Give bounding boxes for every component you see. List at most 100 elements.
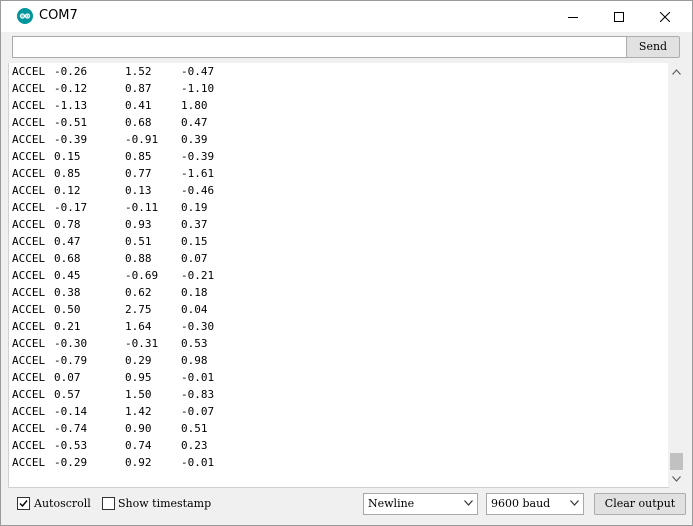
output-cell: 0.13 [125, 184, 152, 197]
output-cell: -0.47 [181, 65, 215, 78]
output-cell: ACCEL [12, 201, 46, 214]
show-timestamp-label[interactable]: Show timestamp [118, 496, 211, 511]
output-cell: -0.21 [181, 269, 215, 282]
output-cell: ACCEL [12, 303, 46, 316]
output-cell: 0.85 [54, 167, 81, 180]
line-ending-value: Newline [368, 497, 415, 510]
output-cell: ACCEL [12, 65, 46, 78]
close-button[interactable] [642, 1, 688, 32]
output-cell: -0.69 [125, 269, 159, 282]
output-cell: 0.23 [181, 439, 208, 452]
output-cell: 0.92 [125, 456, 152, 469]
output-cell: 0.15 [181, 235, 208, 248]
output-cell: ACCEL [12, 337, 46, 350]
scrollbar-thumb[interactable] [670, 453, 683, 470]
output-cell: -0.01 [181, 456, 215, 469]
output-cell: 0.57 [54, 388, 81, 401]
output-cell: -0.14 [54, 405, 88, 418]
output-cell: -1.10 [181, 82, 215, 95]
output-cell: 0.18 [181, 286, 208, 299]
output-cell: -0.26 [54, 65, 88, 78]
serial-input[interactable] [12, 36, 628, 58]
output-cell: ACCEL [12, 439, 46, 452]
output-cell: ACCEL [12, 422, 46, 435]
output-cell: 0.68 [125, 116, 152, 129]
output-cell: ACCEL [12, 320, 46, 333]
output-cell: -1.61 [181, 167, 215, 180]
output-cell: 0.53 [181, 337, 208, 350]
output-cell: 1.64 [125, 320, 152, 333]
scroll-down-button[interactable] [668, 470, 685, 487]
clear-output-button[interactable]: Clear output [594, 493, 686, 515]
output-cell: 0.04 [181, 303, 208, 316]
output-cell: 0.93 [125, 218, 152, 231]
window-title: COM7 [39, 8, 78, 23]
output-cell: 1.50 [125, 388, 152, 401]
serial-monitor-window: COM7 Send ACCEL -0.26 1.52 -0.47 ACCEL -0.12 0… [0, 0, 693, 526]
maximize-icon [614, 11, 624, 22]
output-cell: ACCEL [12, 286, 46, 299]
output-cell: 0.90 [125, 422, 152, 435]
output-cell: -0.07 [181, 405, 215, 418]
output-cell: -0.51 [54, 116, 88, 129]
chevron-down-icon [672, 475, 681, 482]
output-cell: ACCEL [12, 371, 46, 384]
bottom-bar: Autoscroll Show timestamp Newline 9600 b… [1, 489, 692, 525]
output-cell: -0.53 [54, 439, 88, 452]
chevron-down-icon [464, 500, 473, 506]
output-cell: ACCEL [12, 184, 46, 197]
output-cell: -0.39 [54, 133, 88, 146]
baud-rate-select[interactable]: 9600 baud [486, 493, 584, 515]
output-cell: 0.47 [54, 235, 81, 248]
output-cell: 0.51 [125, 235, 152, 248]
line-ending-select[interactable]: Newline [363, 493, 478, 515]
output-cell: 1.80 [181, 99, 208, 112]
output-cell: -0.30 [54, 337, 88, 350]
output-cell: 1.52 [125, 65, 152, 78]
show-timestamp-checkbox[interactable] [102, 497, 115, 510]
output-cell: -0.29 [54, 456, 88, 469]
output-cell: 0.62 [125, 286, 152, 299]
output-cell: 0.95 [125, 371, 152, 384]
output-cell: 0.78 [54, 218, 81, 231]
output-cell: 0.50 [54, 303, 81, 316]
minimize-icon [568, 16, 578, 18]
vertical-scrollbar[interactable] [668, 63, 685, 487]
output-cell: 0.41 [125, 99, 152, 112]
output-cell: 0.07 [181, 252, 208, 265]
output-cell: 0.47 [181, 116, 208, 129]
minimize-button[interactable] [550, 1, 596, 32]
output-cell: 0.87 [125, 82, 152, 95]
output-cell: ACCEL [12, 116, 46, 129]
output-cell: 0.85 [125, 150, 152, 163]
serial-output[interactable]: ACCEL -0.26 1.52 -0.47 ACCEL -0.12 0.87 -1.10 AC… [8, 63, 669, 488]
output-cell: 2.75 [125, 303, 152, 316]
output-cell: ACCEL [12, 456, 46, 469]
send-button[interactable]: Send [626, 36, 680, 58]
autoscroll-checkbox[interactable] [17, 497, 30, 510]
checkmark-icon [19, 500, 28, 508]
output-cell: 0.19 [181, 201, 208, 214]
output-cell: -0.91 [125, 133, 159, 146]
close-icon [660, 11, 670, 22]
output-cell: 0.39 [181, 133, 208, 146]
scroll-up-button[interactable] [668, 63, 685, 80]
arduino-logo-icon [17, 8, 33, 24]
output-cell: 0.21 [54, 320, 81, 333]
output-cell: ACCEL [12, 218, 46, 231]
output-cell: 0.38 [54, 286, 81, 299]
output-cell: 0.07 [54, 371, 81, 384]
output-cell: -0.12 [54, 82, 88, 95]
output-cell: 0.88 [125, 252, 152, 265]
output-cell: ACCEL [12, 167, 46, 180]
baud-rate-value: 9600 baud [491, 497, 551, 510]
output-cell: 1.42 [125, 405, 152, 418]
output-cell: -0.46 [181, 184, 215, 197]
output-cell: -0.79 [54, 354, 88, 367]
autoscroll-label[interactable]: Autoscroll [34, 496, 91, 511]
output-cell: ACCEL [12, 133, 46, 146]
output-cell: ACCEL [12, 405, 46, 418]
title-bar: COM7 [1, 1, 692, 32]
maximize-button[interactable] [596, 1, 642, 32]
output-cell: 0.51 [181, 422, 208, 435]
